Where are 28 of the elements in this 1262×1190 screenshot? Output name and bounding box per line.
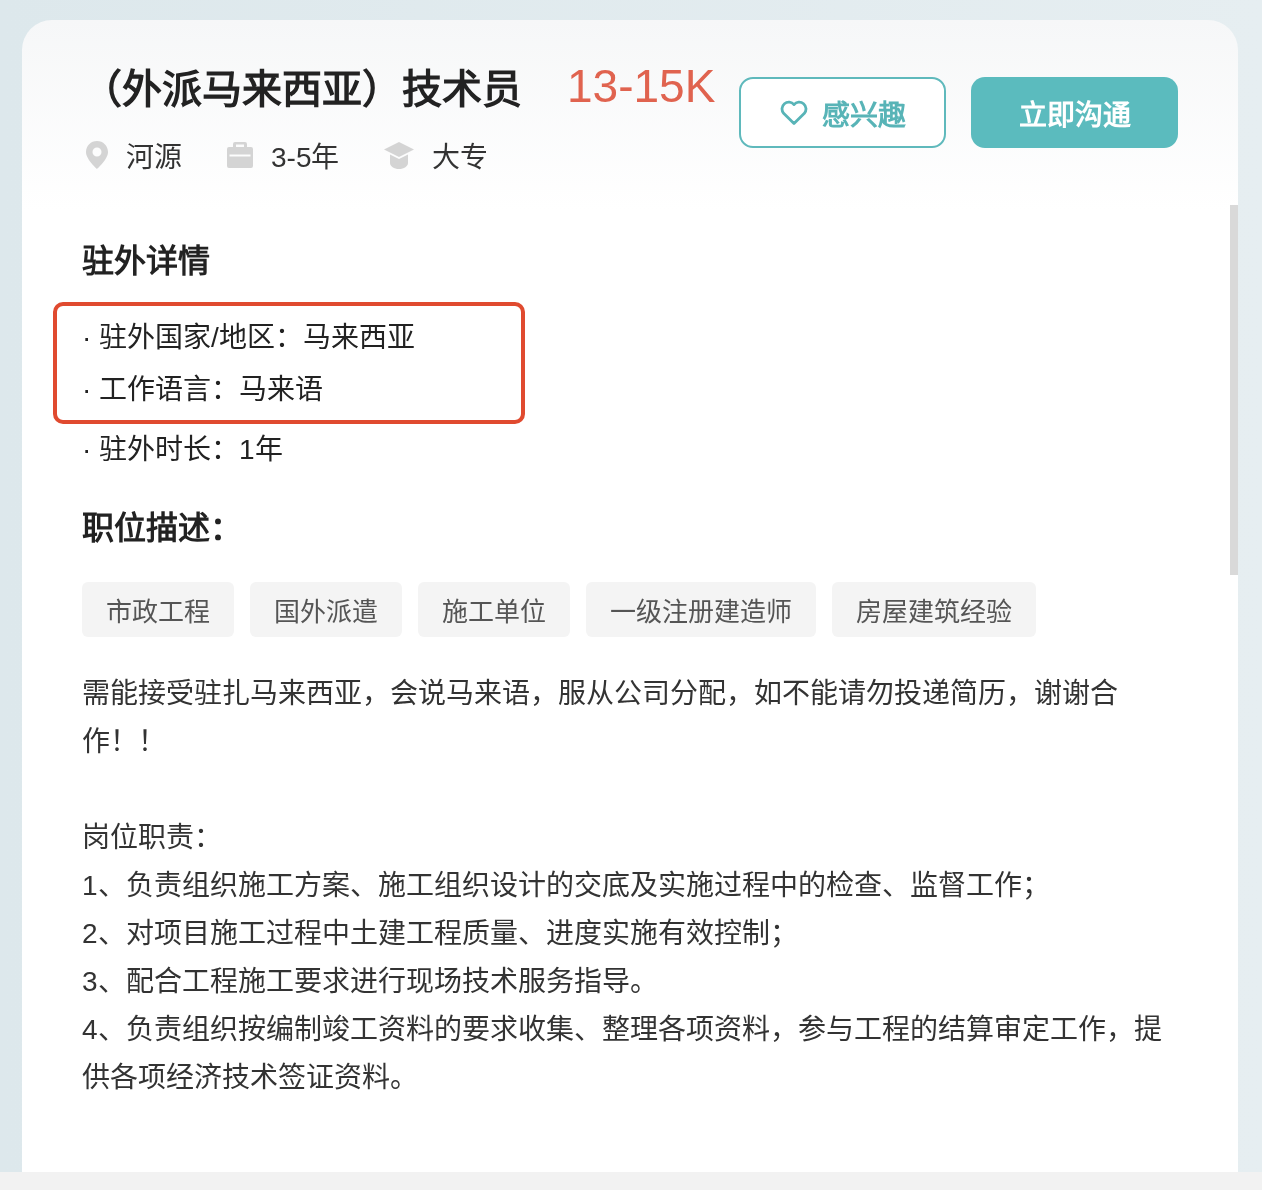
salary-range: 13-15K — [567, 59, 716, 113]
map-pin-icon — [86, 141, 108, 169]
interested-button[interactable]: 感兴趣 — [739, 77, 946, 148]
description-paragraph: 需能接受驻扎马来西亚，会说马来语，服从公司分配，如不能请勿投递简历，谢谢合作！！ — [82, 677, 1119, 759]
section-heading: 驻外详情 — [82, 242, 210, 281]
duties-heading: 岗位职责： — [82, 821, 222, 855]
skill-tag: 一级注册建造师 — [586, 582, 816, 637]
chat-now-button[interactable]: 立即沟通 — [971, 77, 1178, 148]
detail-item: · 工作语言：马来语 — [82, 373, 324, 407]
skill-tag: 房屋建筑经验 — [832, 582, 1036, 637]
briefcase-icon — [227, 142, 253, 168]
section-heading: 职位描述： — [82, 509, 242, 548]
detail-item: · 驻外时长：1年 — [82, 433, 283, 467]
skill-tag: 市政工程 — [82, 582, 234, 637]
duty-item: 4、负责组织按编制竣工资料的要求收集、整理各项资料，参与工程的结算审定工作，提供各项经济技术签证资料。 — [82, 1013, 1163, 1095]
detail-item: · 驻外国家/地区：马来西亚 — [82, 321, 415, 355]
duty-item: 2、对项目施工过程中土建工程质量、进度实施有效控制； — [82, 917, 799, 951]
job-title: （外派马来西亚）技术员 — [82, 66, 522, 113]
scrollbar-thumb[interactable] — [1230, 205, 1238, 575]
skill-tag: 国外派遣 — [250, 582, 402, 637]
job-meta-text: 3-5年 — [271, 141, 340, 175]
duty-item: 3、配合工程施工要求进行现场技术服务指导。 — [82, 965, 659, 999]
heart-icon — [779, 100, 808, 125]
job-meta-text: 河源 — [126, 141, 182, 175]
skill-tag: 施工单位 — [418, 582, 570, 637]
job-meta-text: 大专 — [432, 141, 489, 175]
duty-item: 1、负责组织施工方案、施工组织设计的交底及实施过程中的检查、监督工作； — [82, 869, 1051, 903]
graduation-cap-icon — [384, 141, 415, 169]
